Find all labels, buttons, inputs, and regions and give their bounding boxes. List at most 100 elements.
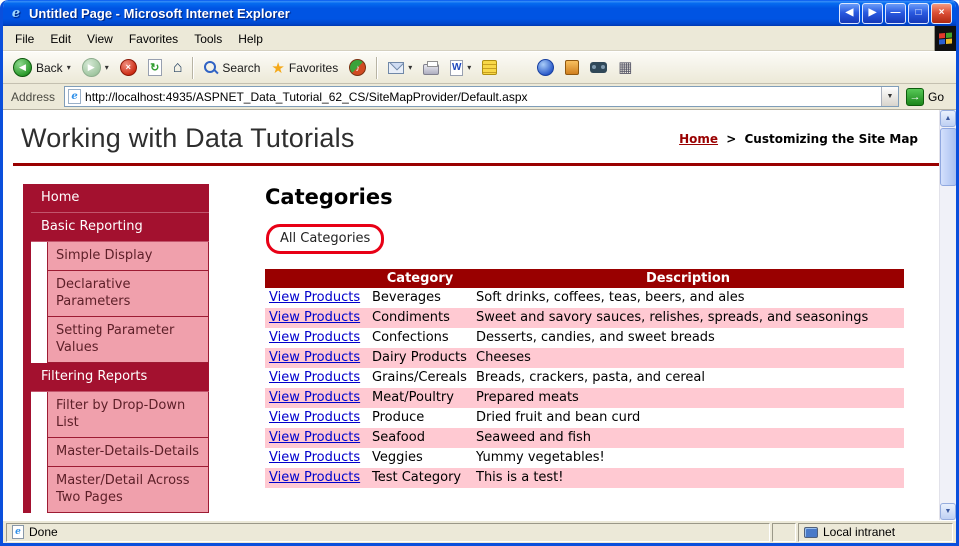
sidebar-item[interactable]: Filtering Reports [31,363,209,392]
print-icon [423,61,440,75]
sidebar-item-label: Simple Display [56,248,153,263]
description-cell: Dried fruit and bean curd [476,410,641,425]
forward-icon: ▶ [81,58,101,77]
view-products-link[interactable]: View Products [269,390,360,405]
description-cell: Seaweed and fish [476,430,592,445]
edit-button[interactable]: W ▾ [446,58,475,78]
back-button[interactable]: ◀ Back ▾ [9,56,75,79]
windows-logo-icon [934,26,956,51]
search-button[interactable]: Search [200,59,264,77]
table-header-cell [265,269,368,288]
discuss-button[interactable] [478,58,501,77]
minimize-button[interactable]: — [885,2,906,24]
stop-button[interactable]: × [116,57,141,78]
view-products-link[interactable]: View Products [269,450,360,465]
home-button[interactable]: ⌂ [169,57,187,79]
print-button[interactable] [419,58,443,77]
view-products-link[interactable]: View Products [269,410,360,425]
menu-item[interactable]: Help [230,28,271,50]
ie-icon: e [11,5,21,21]
refresh-button[interactable]: ↻ [144,57,166,78]
view-products-link[interactable]: View Products [269,350,360,365]
go-button[interactable]: → Go [904,87,952,106]
breadcrumb-separator: > [726,131,737,146]
all-categories-highlight: All Categories [266,224,385,254]
binoculars-icon [590,62,608,73]
view-products-link[interactable]: View Products [269,290,360,305]
go-arrow-icon: → [905,87,924,106]
description-cell: Soft drinks, coffees, teas, beers, and a… [476,290,745,305]
menu-item[interactable]: File [7,28,42,50]
mail-button[interactable]: ▾ [384,60,416,76]
category-cell: Grains/Cereals [372,370,467,385]
messenger-icon [537,59,555,76]
security-zone-panel: Local intranet [798,522,953,542]
forward-button[interactable]: ▶ ▾ [78,56,113,79]
menu-item[interactable]: Tools [186,28,230,50]
maximize-button[interactable]: □ [908,2,929,24]
table-header-row: Category Description [265,269,904,288]
view-products-link[interactable]: View Products [269,430,360,445]
go-label: Go [927,89,944,104]
title-bar[interactable]: e Untitled Page - Microsoft Internet Exp… [3,0,956,26]
table-row: View Products Dairy Products Cheeses [265,348,904,368]
sidebar-item[interactable]: Simple Display [47,242,209,271]
scrollbar-thumb[interactable] [940,128,956,186]
media-button[interactable]: ♪ [345,57,370,78]
scroll-down-button[interactable]: ▼ [940,503,956,520]
description-cell: Prepared meats [476,390,579,405]
quick-launch-button[interactable]: ▦ [614,58,636,77]
category-cell: Beverages [372,290,441,305]
table-row: View Products Beverages Soft drinks, cof… [265,288,904,308]
scroll-up-button[interactable]: ▲ [940,110,956,127]
sidebar-item[interactable]: Home [31,184,209,213]
menu-item[interactable]: View [79,28,121,50]
table-row: View Products Grains/Cereals Breads, cra… [265,368,904,388]
view-products-link[interactable]: View Products [269,370,360,385]
favorites-star-icon: ★ [271,59,285,77]
sidebar-item[interactable]: Filter by Drop-Down List [47,392,209,438]
menu-item[interactable]: Edit [42,28,79,50]
sidebar-item-label: Declarative Parameters [56,277,131,309]
search-label: Search [222,60,261,75]
address-dropdown-button[interactable]: ▼ [880,87,898,106]
sidebar-item[interactable]: Setting Parameter Values [47,317,209,363]
mail-icon [388,61,405,74]
category-cell: Produce [372,410,425,425]
window-controls: ◀ ▶ — □ × [839,2,952,24]
back-label: Back [36,60,63,75]
address-url-text: http://localhost:4935/ASPNET_Data_Tutori… [85,89,528,104]
forward-dropdown-icon: ▾ [104,63,109,72]
close-button[interactable]: × [931,2,952,24]
category-cell: Condiments [372,310,450,325]
find-button[interactable] [586,60,611,75]
sidebar-item[interactable]: Master-Details-Details [47,438,209,467]
category-cell: Test Category [372,470,462,485]
status-panel: e Done [6,522,770,542]
category-cell: Confections [372,330,449,345]
scrollbar-track[interactable] [940,127,956,503]
back-dropdown-icon: ▾ [66,63,71,72]
sidebar-item[interactable]: Declarative Parameters [47,271,209,317]
window-forward-button[interactable]: ▶ [862,2,883,24]
view-products-link[interactable]: View Products [269,470,360,485]
page-body: Home Basic Reporting Simple Display Decl… [3,166,956,520]
refresh-icon: ↻ [147,59,162,76]
favorites-button[interactable]: ★ Favorites [267,57,342,79]
window-title: Untitled Page - Microsoft Internet Explo… [29,5,290,21]
sidebar-item[interactable]: Basic Reporting [31,213,209,242]
menu-item[interactable]: Favorites [121,28,186,50]
vertical-scrollbar[interactable]: ▲ ▼ [939,110,956,520]
research-button[interactable] [561,58,583,77]
view-products-link[interactable]: View Products [269,310,360,325]
sidebar-item-label: Basic Reporting [41,219,143,234]
all-categories-label: All Categories [280,231,371,246]
window-back-button[interactable]: ◀ [839,2,860,24]
description-cell: Yummy vegetables! [476,450,605,465]
sidebar-item[interactable]: Master/Detail Across Two Pages [47,467,209,513]
address-input[interactable]: e http://localhost:4935/ASPNET_Data_Tuto… [64,86,899,107]
messenger-button[interactable] [533,57,558,78]
description-cell: Breads, crackers, pasta, and cereal [476,370,705,385]
breadcrumb-home-link[interactable]: Home [679,132,718,146]
view-products-link[interactable]: View Products [269,330,360,345]
